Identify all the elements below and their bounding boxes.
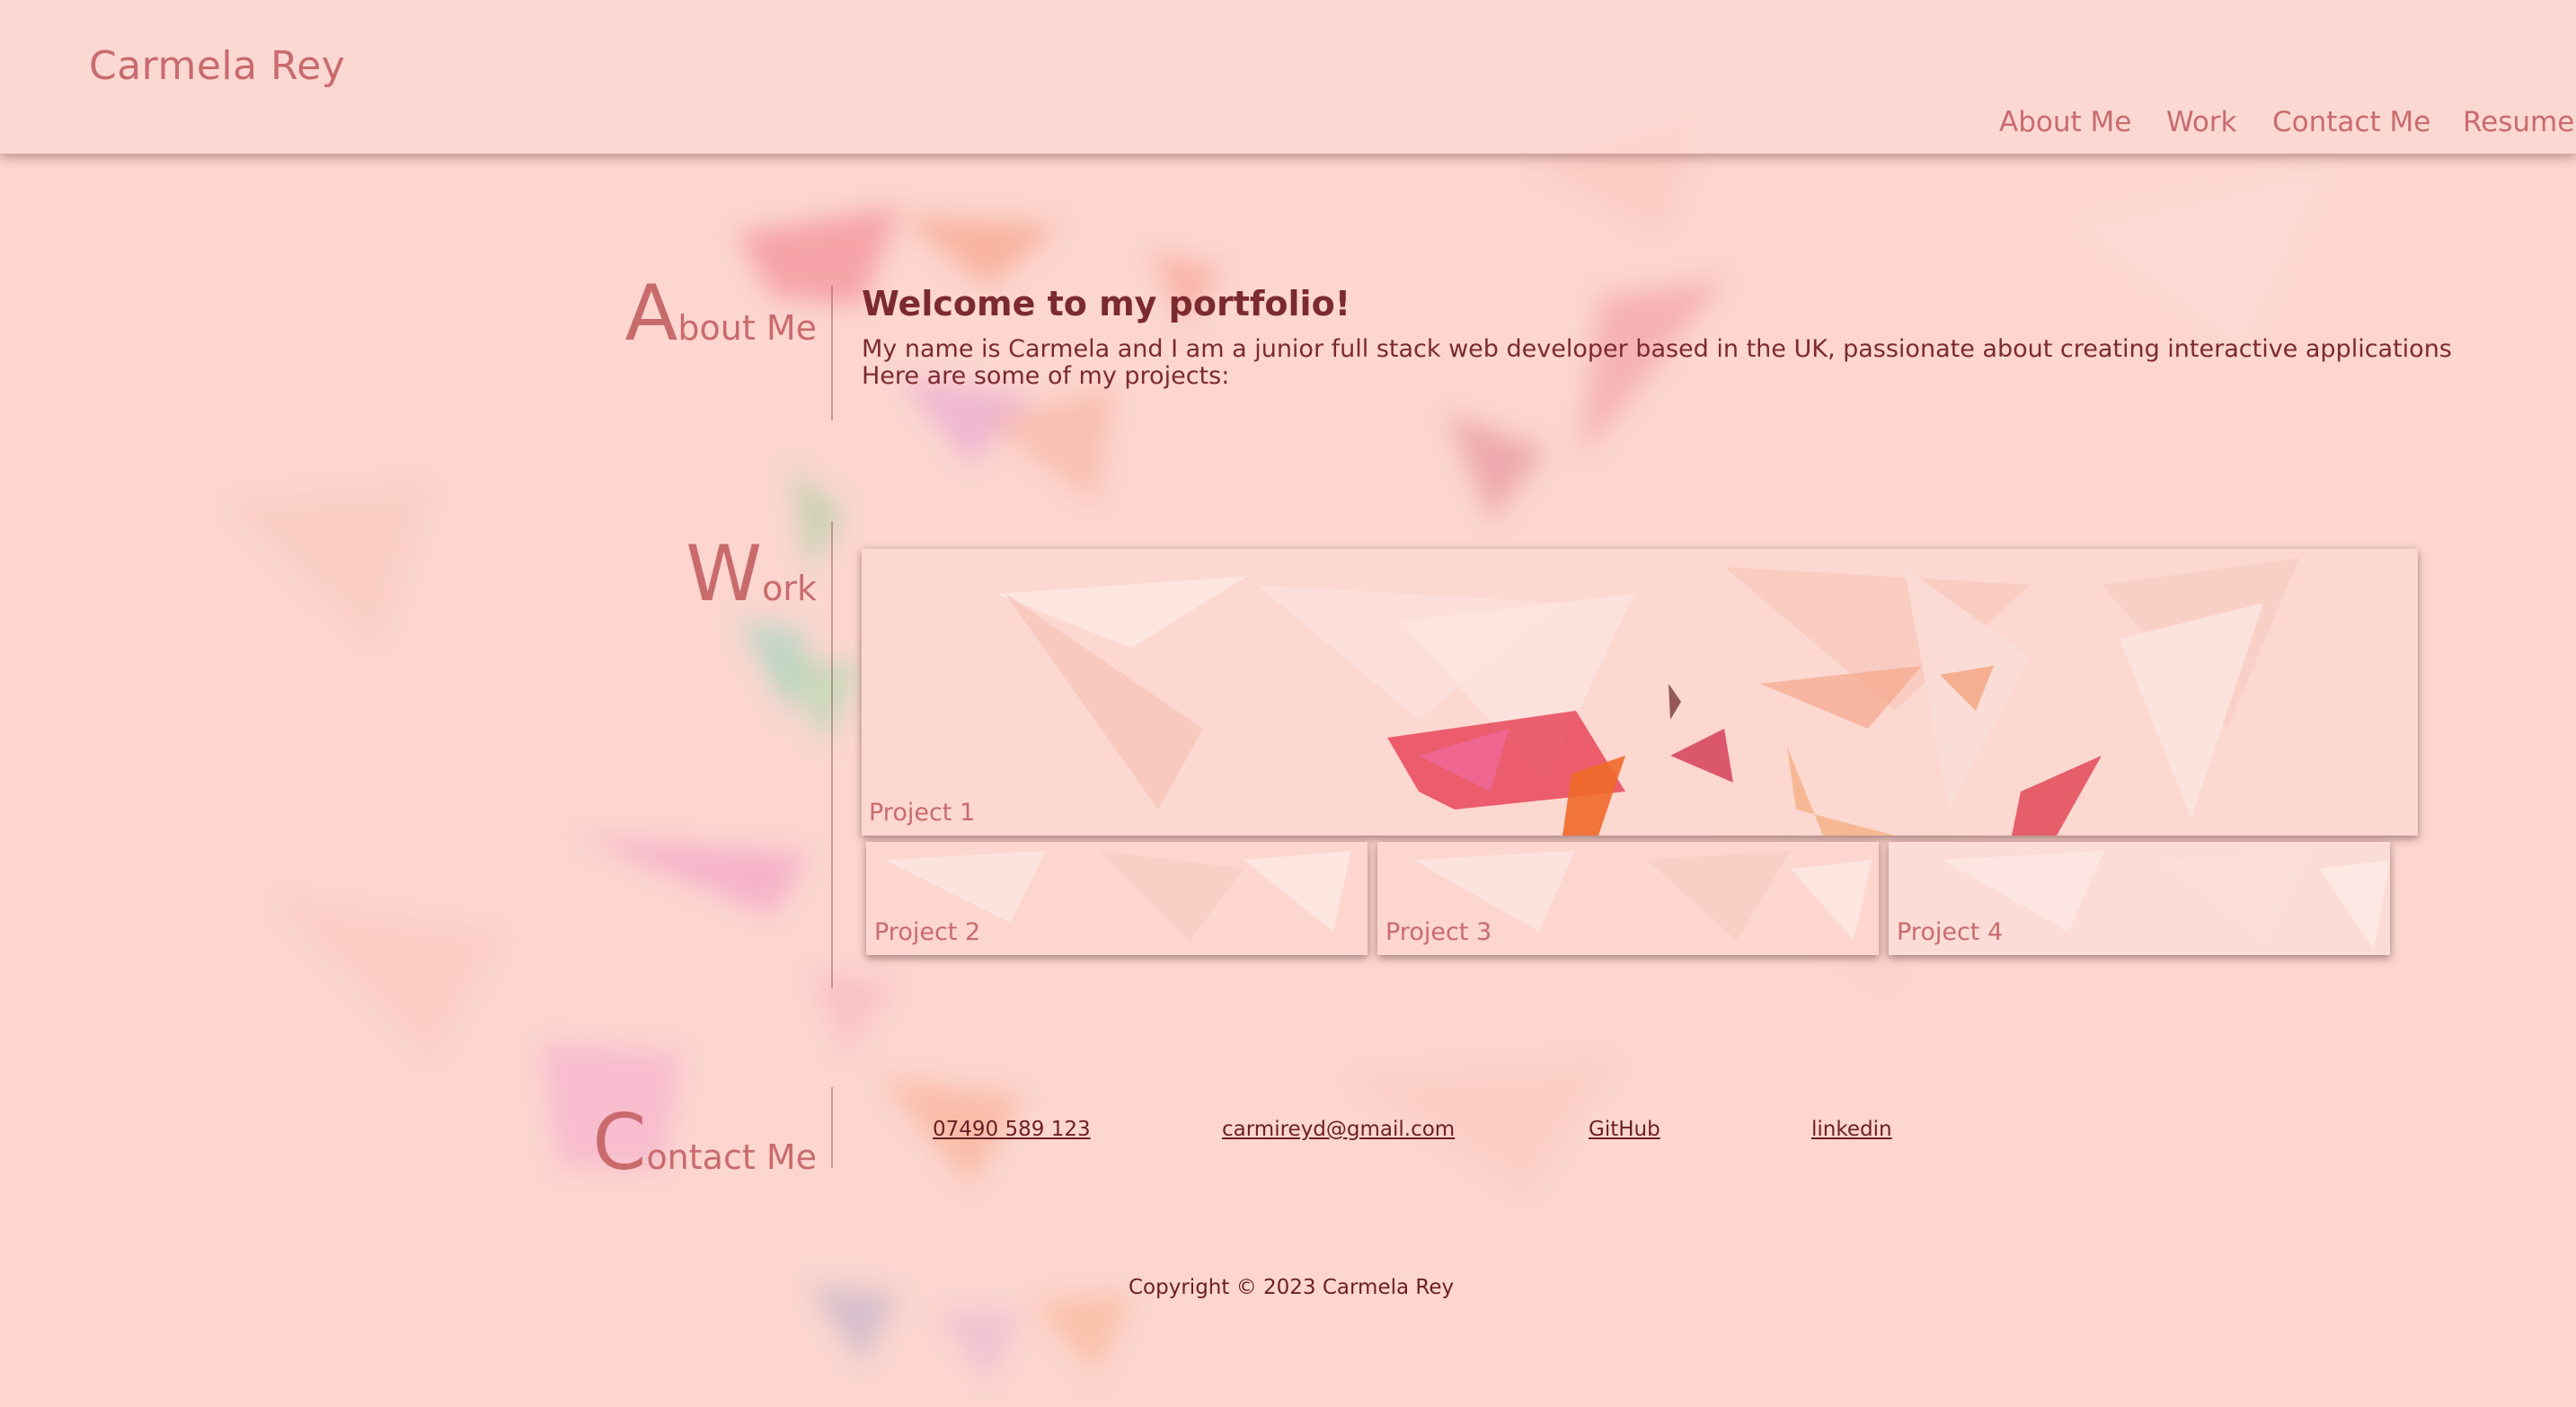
phone-link[interactable]: 07490 589 123 — [933, 1118, 1091, 1141]
intro-line-2: Here are some of my projects: — [862, 362, 1230, 390]
project-card-2[interactable]: Project 2 — [866, 842, 1368, 955]
contact-divider — [831, 1087, 833, 1168]
nav-link-contact-me[interactable]: Contact Me — [2272, 106, 2430, 138]
github-link[interactable]: GitHub — [1589, 1118, 1660, 1141]
contact-section-title: Contact Me — [592, 1104, 817, 1181]
nav-link-work[interactable]: Work — [2166, 106, 2237, 138]
welcome-heading: Welcome to my portfolio! — [862, 284, 1351, 323]
project-1-label: Project 1 — [869, 799, 976, 827]
intro-line-1: My name is Carmela and I am a junior ful… — [862, 335, 2452, 363]
work-section-title: Work — [686, 535, 817, 613]
about-title-rest: bout Me — [677, 308, 817, 348]
project-card-1[interactable]: Project 1 — [862, 549, 2418, 836]
work-divider — [831, 521, 833, 988]
nav-link-resume[interactable]: Resume — [2463, 106, 2574, 138]
about-section-title: About Me — [625, 275, 817, 352]
brand-name[interactable]: Carmela Rey — [89, 43, 345, 89]
about-title-initial: A — [624, 269, 678, 358]
project-card-4[interactable]: Project 4 — [1889, 842, 2390, 955]
contact-title-initial: C — [592, 1098, 647, 1188]
project-card-3[interactable]: Project 3 — [1377, 842, 1879, 955]
project-3-label: Project 3 — [1385, 918, 1492, 946]
project-1-thumbnail — [862, 549, 2418, 836]
contact-title-rest: ontact Me — [646, 1137, 817, 1177]
linkedin-link[interactable]: linkedin — [1811, 1118, 1892, 1141]
project-2-label: Project 2 — [874, 918, 981, 946]
nav-link-about-me[interactable]: About Me — [1999, 106, 2131, 138]
about-divider — [831, 286, 833, 420]
project-4-label: Project 4 — [1897, 918, 2004, 946]
footer-copyright: Copyright © 2023 Carmela Rey — [1129, 1276, 1455, 1299]
site-header: Carmela Rey About Me Work Contact Me Res… — [0, 0, 2576, 154]
work-title-initial: W — [686, 529, 763, 619]
work-title-rest: ork — [762, 569, 817, 608]
intro-text: My name is Carmela and I am a junior ful… — [862, 336, 2452, 390]
email-link[interactable]: carmireyd@gmail.com — [1222, 1118, 1455, 1141]
